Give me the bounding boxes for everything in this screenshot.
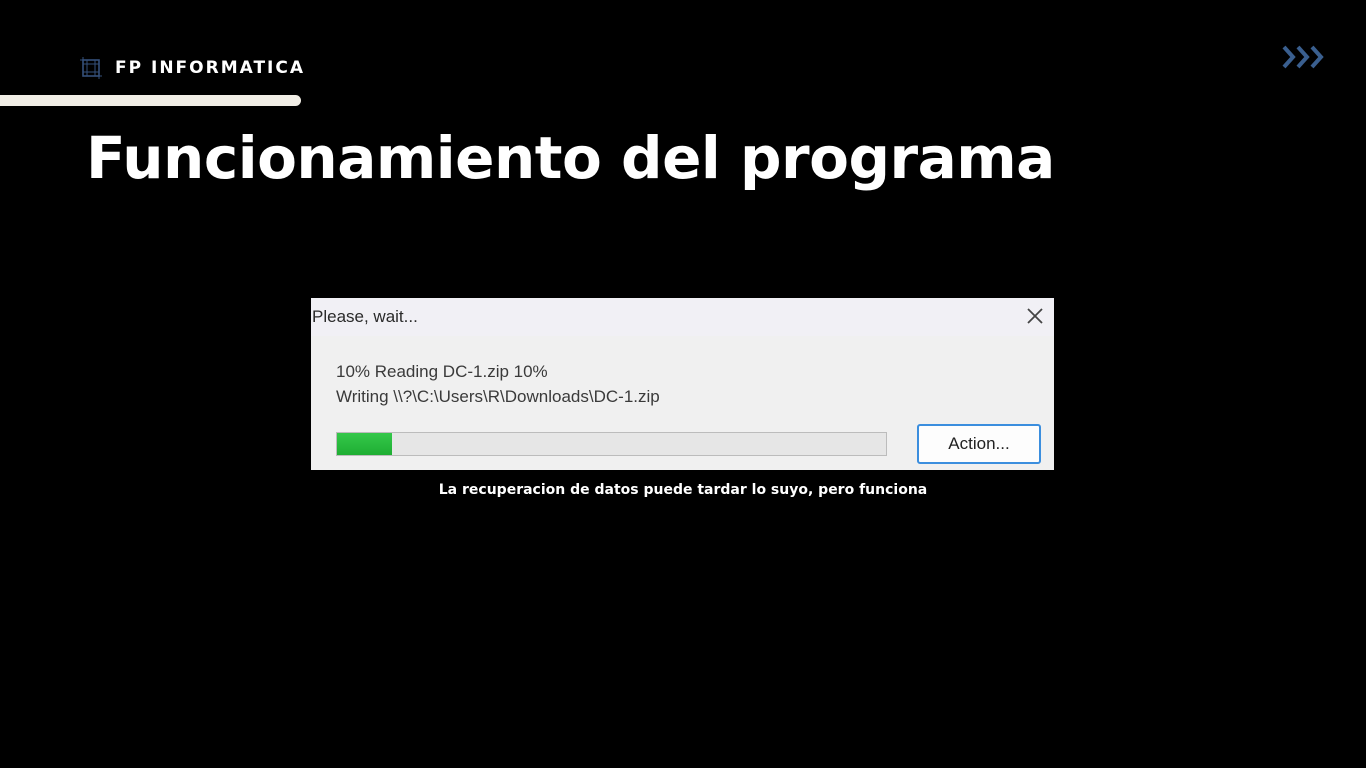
writing-path-line: Writing \\?\C:\Users\R\Downloads\DC-1.zi… bbox=[336, 387, 660, 406]
slide-caption: La recuperacion de datos puede tardar lo… bbox=[438, 482, 928, 498]
accent-bar bbox=[0, 95, 301, 106]
triple-chevron-right-icon bbox=[1282, 45, 1324, 69]
progress-dialog: Please, wait... 10% Reading DC-1.zip 10%… bbox=[311, 298, 1054, 470]
close-icon[interactable] bbox=[1023, 304, 1047, 328]
progress-bar bbox=[336, 432, 887, 456]
slide-title: Funcionamiento del programa bbox=[86, 124, 1055, 192]
status-line: 10% Reading DC-1.zip 10% bbox=[336, 362, 548, 381]
progress-bar-fill bbox=[337, 433, 392, 455]
brand: FP INFORMATICA bbox=[79, 56, 305, 80]
dialog-title: Please, wait... bbox=[312, 307, 418, 326]
dialog-titlebar: Please, wait... bbox=[311, 298, 1054, 336]
grid-frame-icon bbox=[80, 57, 102, 79]
brand-name: FP INFORMATICA bbox=[115, 58, 306, 78]
action-button[interactable]: Action... bbox=[917, 424, 1041, 464]
